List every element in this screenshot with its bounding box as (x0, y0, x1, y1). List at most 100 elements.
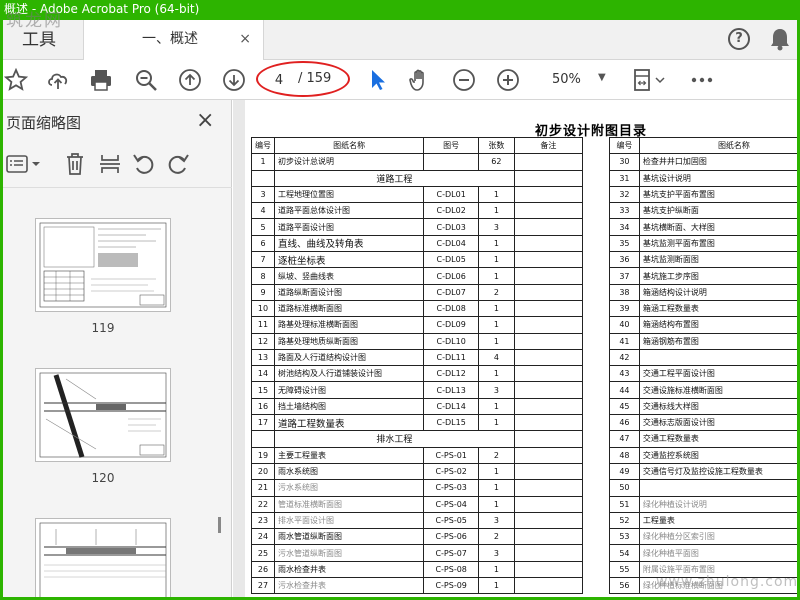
row-number-cell: 54 (609, 544, 640, 562)
thumbnail-label: 120 (91, 471, 115, 485)
table-row: 11 路基处理标准横断面图 C-DL09 1 (251, 316, 584, 334)
zoom-out-search-icon[interactable] (134, 68, 158, 92)
thumbnail-list: 119 120 (0, 190, 232, 600)
table-row: 12 路基处理地质纵断面图 C-DL10 1 (251, 332, 584, 350)
drawing-name-cell: 交通标志版面设计图 (638, 414, 800, 432)
row-number-cell: 45 (609, 397, 640, 416)
close-icon[interactable]: × (196, 108, 214, 133)
row-number-cell: 49 (609, 462, 640, 481)
drawing-name-cell: 基坑支护纵断面 (638, 202, 800, 220)
row-number-cell: 47 (609, 430, 640, 448)
drawing-code-cell: C-DL13 (423, 381, 480, 399)
row-number-cell: 42 (609, 348, 640, 367)
sheet-count-cell: 62 (478, 153, 515, 171)
thumbnail-drawing (39, 522, 167, 600)
table-row: 22 管道标准横断面图 C-PS-04 1 (251, 495, 584, 513)
page-down-icon[interactable] (222, 68, 246, 92)
drawing-name-cell: 工程量表 (638, 511, 800, 530)
print-icon[interactable] (89, 68, 113, 92)
drawing-name-cell: 挡土墙结构图 (273, 397, 425, 416)
thumbnail-panel: 页面缩略图 × 119 120 (0, 100, 232, 600)
rotate-right-icon[interactable] (166, 152, 190, 176)
sheet-count-cell: 3 (478, 544, 515, 562)
sheet-count-cell: 2 (478, 283, 515, 301)
row-number-cell: 7 (251, 251, 275, 269)
section-title-cell: 交通工 (638, 348, 800, 367)
upload-icon[interactable] (46, 68, 70, 92)
table-row: 36 基坑监测断面图 (609, 251, 800, 269)
zoom-out-icon[interactable] (452, 68, 476, 92)
note-cell (513, 332, 584, 350)
star-icon[interactable] (4, 68, 28, 92)
drawing-index-table-right: 编号 图纸名称 30 检查井井口加固图 31 基坑设计说明 32 基坑支护平面布置图 33 基… (609, 136, 800, 595)
thumbnail-scrollbar[interactable] (218, 517, 221, 533)
table-row: 10 道路标准横断面图 C-DL08 1 (251, 299, 584, 318)
sheet-count-cell: 1 (478, 185, 515, 204)
column-header: 编号 (251, 136, 275, 155)
note-cell (513, 446, 584, 464)
note-cell (513, 528, 584, 546)
note-cell (513, 511, 584, 530)
row-number-cell: 53 (609, 528, 640, 546)
zoom-in-icon[interactable] (496, 68, 520, 92)
row-number-cell: 50 (609, 479, 640, 497)
column-header: 图纸名称 (273, 136, 425, 155)
thumbnail-drawing (39, 222, 167, 308)
note-cell (513, 251, 584, 269)
bell-icon[interactable] (769, 27, 791, 51)
drawing-name-cell: 雨水管道纵断面图 (273, 528, 425, 546)
page-thumbnail[interactable] (35, 368, 171, 462)
document-view: 初步设计附图目录 编号 图纸名称 图号 张数 备注 1 初步设计总说明 62 道路工程… (233, 100, 800, 600)
table-row: 41 箱涵钢筋布置图 (609, 332, 800, 350)
table-row: 4 道路平面总体设计图 C-DL02 1 (251, 202, 584, 220)
trash-icon[interactable] (64, 152, 86, 176)
tab-document[interactable]: 一、概述 × (84, 20, 264, 60)
page-thumbnail[interactable] (35, 218, 171, 312)
drawing-code-cell: C-PS-06 (423, 528, 480, 546)
annotation-highlight-ellipse (256, 61, 350, 97)
drawing-code-cell: C-DL12 (423, 365, 480, 383)
more-icon[interactable] (690, 68, 714, 92)
drawing-name-cell: 绿化种植平面图 (638, 544, 800, 562)
note-cell (513, 283, 584, 301)
row-number-cell: 43 (609, 365, 640, 383)
row-number-cell: 26 (251, 560, 275, 579)
note-cell (513, 365, 584, 383)
drawing-code-cell: C-PS-05 (423, 511, 480, 530)
page-thumbnail[interactable] (35, 518, 171, 600)
row-number-cell (251, 430, 275, 448)
drawing-code-cell: C-DL09 (423, 316, 480, 334)
hand-icon[interactable] (408, 68, 432, 92)
table-row: 24 雨水管道纵断面图 C-PS-06 2 (251, 528, 584, 546)
row-number-cell: 55 (609, 560, 640, 579)
extract-pages-icon[interactable] (99, 152, 121, 176)
row-number-cell: 44 (609, 381, 640, 399)
rotate-left-icon[interactable] (132, 152, 156, 176)
table-row: 23 排水平面设计图 C-PS-05 3 (251, 511, 584, 530)
thumbnail-drawing (39, 372, 167, 458)
tab-close-icon[interactable]: × (239, 20, 251, 58)
help-icon[interactable]: ? (728, 28, 750, 50)
table-row: 39 箱涵工程数量表 (609, 299, 800, 318)
drawing-code-cell: C-DL08 (423, 299, 480, 318)
drawing-name-cell: 箱涵工程数量表 (638, 299, 800, 318)
note-cell (513, 544, 584, 562)
sheet-count-cell: 3 (478, 511, 515, 530)
row-number-cell: 22 (251, 495, 275, 513)
select-cursor-icon[interactable] (366, 68, 390, 92)
row-number-cell: 11 (251, 316, 275, 334)
zoom-select[interactable]: 50% ▼ (540, 68, 610, 92)
row-number-cell: 48 (609, 446, 640, 464)
fit-page-icon[interactable] (632, 68, 666, 92)
table-row: 8 纵坡、竖曲线表 C-DL06 1 (251, 267, 584, 285)
note-cell (513, 316, 584, 334)
column-header: 图号 (423, 136, 480, 155)
drawing-code-cell: C-DL11 (423, 348, 480, 367)
drawing-name-cell: 箱涵结构设计说明 (638, 283, 800, 301)
note-cell (513, 560, 584, 579)
page-up-icon[interactable] (178, 68, 202, 92)
sheet-count-cell: 1 (478, 495, 515, 513)
options-menu-icon[interactable] (6, 154, 42, 176)
note-cell (513, 577, 584, 595)
row-number-cell: 33 (609, 202, 640, 220)
